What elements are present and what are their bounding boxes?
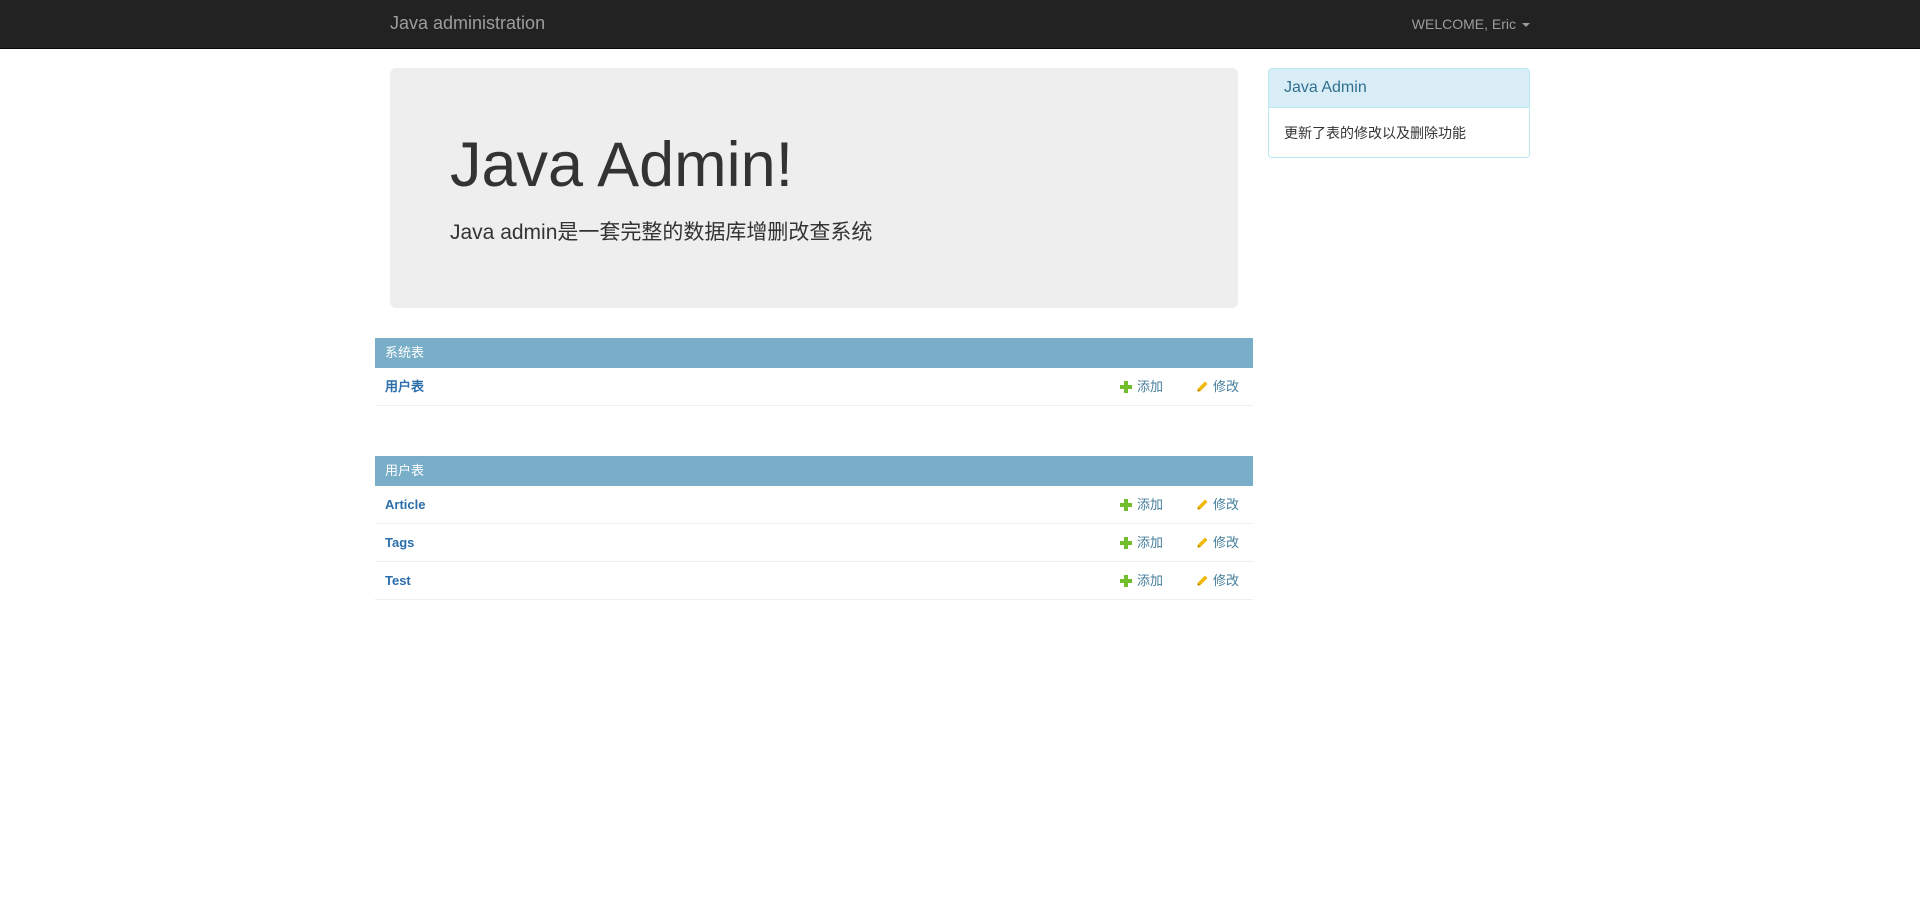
table-row: Article 添加 修改 <box>375 486 1253 524</box>
change-label: 修改 <box>1213 497 1240 512</box>
module-user-tables: 用户表 Article 添加 修改 Tags 添加 修改 Test 添加 修改 <box>375 456 1253 600</box>
brand-link[interactable]: Java administration <box>390 0 545 48</box>
page-title: Java Admin! <box>450 130 794 200</box>
add-button[interactable]: 添加 <box>1119 486 1163 524</box>
pencil-icon <box>1195 536 1209 550</box>
plus-icon <box>1119 536 1133 550</box>
change-label: 修改 <box>1213 535 1240 550</box>
model-link[interactable]: Tags <box>385 524 414 562</box>
table-row: 用户表 添加 修改 <box>375 368 1253 406</box>
table-row: Test 添加 修改 <box>375 562 1253 600</box>
module-system-tables: 系统表 用户表 添加 修改 <box>375 338 1253 406</box>
change-button[interactable]: 修改 <box>1195 368 1239 406</box>
change-label: 修改 <box>1213 573 1240 588</box>
info-panel-body: 更新了表的修改以及删除功能 <box>1284 125 1466 141</box>
plus-icon <box>1119 574 1133 588</box>
add-button[interactable]: 添加 <box>1119 524 1163 562</box>
plus-icon <box>1119 380 1133 394</box>
module-caption: 系统表 <box>375 338 1253 368</box>
caret-down-icon <box>1522 23 1530 27</box>
plus-icon <box>1119 498 1133 512</box>
add-label: 添加 <box>1137 573 1164 588</box>
change-button[interactable]: 修改 <box>1195 524 1239 562</box>
user-menu-label: WELCOME, Eric <box>1411 16 1516 32</box>
add-button[interactable]: 添加 <box>1119 368 1163 406</box>
change-button[interactable]: 修改 <box>1195 486 1239 524</box>
change-button[interactable]: 修改 <box>1195 562 1239 600</box>
info-panel: Java Admin 更新了表的修改以及删除功能 <box>1268 68 1530 158</box>
pencil-icon <box>1195 380 1209 394</box>
top-navbar: Java administration WELCOME, Eric <box>0 0 1920 49</box>
change-label: 修改 <box>1213 379 1240 394</box>
jumbotron: Java Admin! Java admin是一套完整的数据库增删改查系统 <box>390 68 1238 308</box>
table-row: Tags 添加 修改 <box>375 524 1253 562</box>
add-button[interactable]: 添加 <box>1119 562 1163 600</box>
user-menu-dropdown[interactable]: WELCOME, Eric <box>1412 0 1530 48</box>
add-label: 添加 <box>1137 379 1164 394</box>
pencil-icon <box>1195 574 1209 588</box>
page-subtitle: Java admin是一套完整的数据库增删改查系统 <box>450 221 873 244</box>
module-caption: 用户表 <box>375 456 1253 486</box>
add-label: 添加 <box>1137 497 1164 512</box>
model-link[interactable]: 用户表 <box>385 368 424 406</box>
info-panel-heading: Java Admin <box>1269 69 1529 108</box>
model-link[interactable]: Article <box>385 486 425 524</box>
add-label: 添加 <box>1137 535 1164 550</box>
model-link[interactable]: Test <box>385 562 411 600</box>
pencil-icon <box>1195 498 1209 512</box>
